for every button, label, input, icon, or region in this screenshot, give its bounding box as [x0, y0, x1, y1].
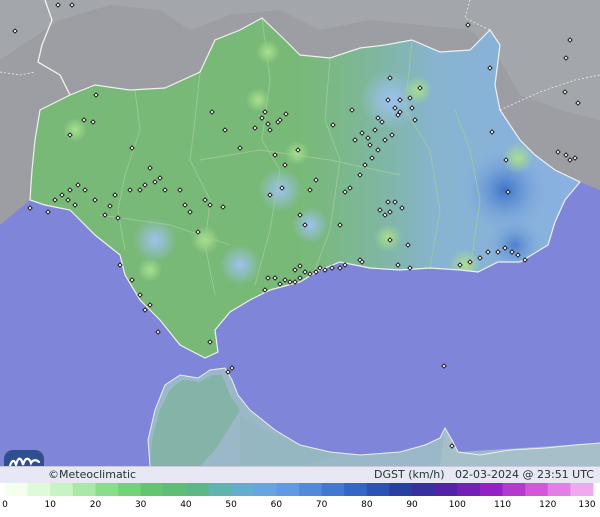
- legend-tick-label: 130: [578, 500, 596, 510]
- legend-swatch: [185, 483, 210, 496]
- date-label: 02-03-2024: [455, 468, 519, 481]
- legend-swatch: [344, 483, 368, 496]
- legend-swatch: [50, 483, 74, 496]
- legend-swatch: [276, 483, 300, 496]
- legend-tick-label: 120: [539, 500, 557, 510]
- legend-swatch: [525, 483, 549, 496]
- legend-tick-label: 10: [44, 500, 56, 510]
- legend-swatch: [502, 483, 526, 496]
- legend-swatch: [412, 483, 436, 496]
- legend-tick-label: 70: [315, 500, 328, 510]
- legend-scale: 0 10 20 30 40 50 60 70 80 90 100 110 120 130: [0, 496, 600, 517]
- map-caption: DGST (km/h) 02-03-2024 @ 23:51 UTC: [374, 468, 594, 481]
- legend-swatch: [570, 483, 594, 496]
- brand-label: ©Meteoclimatic: [48, 468, 137, 481]
- legend-swatch: [5, 483, 29, 496]
- variable-label: DGST (km/h): [374, 468, 445, 481]
- legend-swatch: [27, 483, 51, 496]
- legend-swatch: [118, 483, 142, 496]
- legend-tick-label: 80: [361, 500, 373, 510]
- legend-swatch: [208, 483, 232, 496]
- legend-tick-label: 30: [134, 500, 147, 510]
- legend-swatch: [321, 483, 345, 496]
- legend-swatch: [163, 483, 187, 496]
- legend-tick-label: 50: [225, 500, 237, 510]
- legend-swatch: [366, 483, 390, 496]
- legend-tick-label: 60: [270, 500, 283, 510]
- map-viewer: ©Meteoclimatic DGST (km/h) 02-03-2024 @ …: [0, 0, 600, 517]
- time-label: 23:51 UTC: [536, 468, 594, 481]
- legend-swatch: [72, 483, 96, 496]
- wind-gust-map: [0, 0, 600, 466]
- info-bar: ©Meteoclimatic DGST (km/h) 02-03-2024 @ …: [0, 466, 600, 484]
- legend-tick-label: 40: [180, 500, 192, 510]
- legend-tick-label: 100: [448, 500, 466, 510]
- legend-color-bar: [0, 483, 600, 496]
- legend-swatch: [95, 483, 119, 496]
- legend-swatch: [389, 483, 413, 496]
- legend-tick-label: 0: [2, 500, 8, 510]
- legend-swatch: [140, 483, 164, 496]
- legend-tick-label: 90: [406, 500, 418, 510]
- legend-swatch: [299, 483, 323, 496]
- legend-tick-label: 20: [89, 500, 102, 510]
- legend-swatch: [434, 483, 458, 496]
- legend-swatch: [547, 483, 571, 496]
- legend-swatch: [231, 483, 255, 496]
- legend-swatch: [253, 483, 277, 496]
- legend-swatch: [479, 483, 504, 496]
- legend-tick-label: 110: [493, 500, 512, 510]
- legend-swatch: [457, 483, 481, 496]
